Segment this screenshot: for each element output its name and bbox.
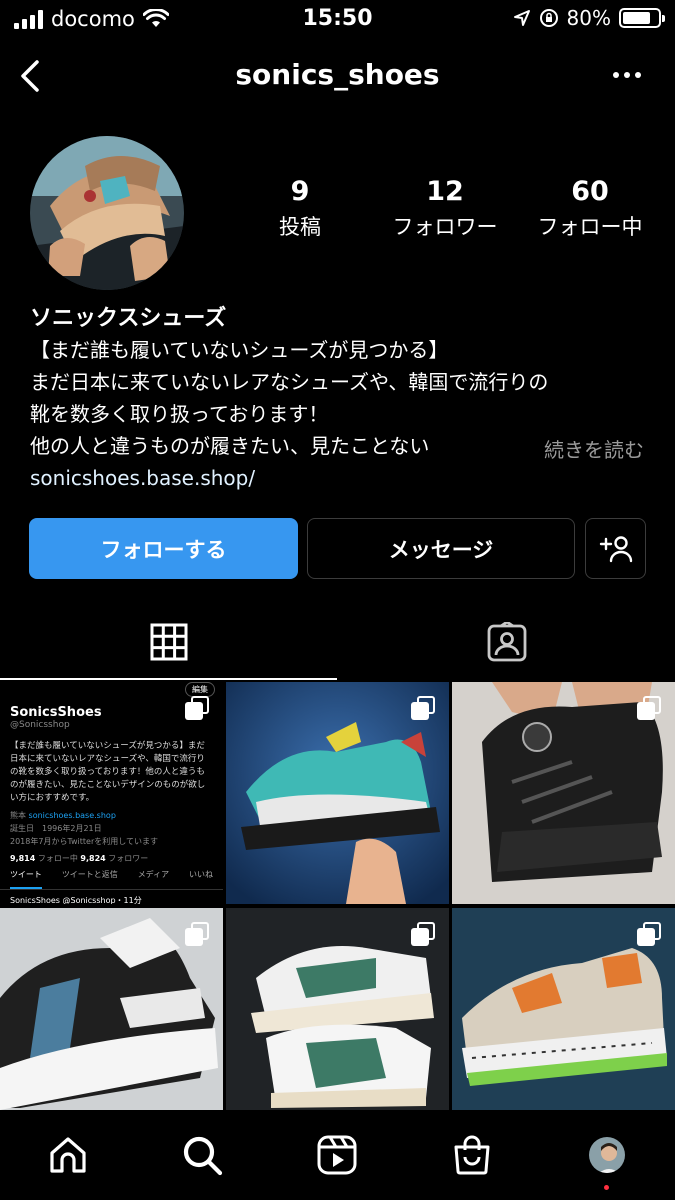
suggested-users-button[interactable] [585,518,646,579]
twitter-tab: ツイート [9,868,42,889]
twitter-followers-count: 9,824 [80,854,106,863]
posts-label: 投稿 [279,215,321,239]
twitter-joined: 2018年7月からTwitterを利用しています [10,837,159,846]
twitter-following-label: フォロー中 [37,854,78,863]
reels-icon [317,1135,357,1175]
posts-grid: 編集 SonicsShoes @Sonicsshop 【まだ誰も履いていないシュ… [0,682,675,1110]
profile-avatar[interactable] [30,136,184,290]
tab-tagged[interactable] [338,604,675,680]
twitter-meta: 熊本 sonicshoes.base.shop 誕生日 1996年2月21日 2… [10,809,213,848]
location-arrow-icon [513,10,530,26]
twitter-location: 熊本 [10,811,26,820]
multiple-images-icon [637,696,661,720]
twitter-name: SonicsShoes [10,705,102,720]
nav-reels[interactable] [312,1130,362,1180]
add-person-icon [599,535,632,562]
twitter-edit-label: 編集 [185,682,215,697]
multiple-images-icon [637,922,661,946]
battery-level [623,12,651,24]
twitter-bio: 【まだ誰も履いていないシューズが見つかる】まだ日本に来ていないレアなシューズや、… [10,741,206,803]
followers-count: 12 [426,176,464,207]
post-tile[interactable] [452,908,675,1110]
multiple-images-icon [185,922,209,946]
twitter-tabs: ツイート ツイートと返信 メディア いいね [0,868,223,890]
status-bar: docomo 15:50 80% [0,0,675,40]
more-options-icon[interactable] [613,72,641,78]
home-icon [50,1137,86,1173]
profile-tabs [0,604,675,680]
twitter-handle: @Sonicsshop [10,720,70,730]
followers-stat[interactable]: 12 フォロワー [380,176,510,241]
status-right: 80% [513,6,665,30]
post-tile[interactable] [452,682,675,904]
display-name: ソニックスシューズ [30,306,227,331]
website-link[interactable]: sonicshoes.base.shop/ [30,462,660,494]
twitter-tab: ツイートと返信 [61,870,118,879]
posts-stat[interactable]: 9 投稿 [240,176,360,241]
twitter-tab: いいね [189,870,214,879]
battery-icon [619,8,665,28]
multiple-images-icon [411,922,435,946]
profile-header: sonics_shoes [0,44,675,108]
twitter-followers-label: フォロワー [108,854,149,863]
nav-profile[interactable] [582,1130,632,1190]
following-count: 60 [571,176,609,207]
shop-icon [454,1135,490,1175]
profile-avatar [587,1135,627,1175]
followers-label: フォロワー [392,215,498,239]
username-title: sonics_shoes [235,58,440,91]
search-icon [183,1136,223,1176]
bio-line: まだ日本に来ていないレアなシューズや、韓国で流行りの [30,370,549,394]
post-tile[interactable]: 編集 SonicsShoes @Sonicsshop 【まだ誰も履いていないシュ… [0,682,223,904]
grid-icon [150,623,187,661]
tab-posts-grid[interactable] [0,604,337,680]
follow-button[interactable]: フォローする [29,518,298,579]
twitter-following-count: 9,814 [10,854,36,863]
post-tile[interactable] [226,908,449,1110]
post-tile[interactable] [226,682,449,904]
multiple-images-icon [411,696,435,720]
twitter-birthday: 誕生日 1996年2月21日 [10,824,102,833]
profile-stats: 9 投稿 12 フォロワー 60 フォロー中 [240,176,670,256]
notification-dot [604,1185,609,1190]
orientation-lock-icon [539,9,558,27]
battery-percent: 80% [566,6,611,30]
twitter-next-tweet: SonicsShoes @Sonicsshop・11分 [10,896,142,904]
twitter-link: sonicshoes.base.shop [28,811,116,820]
twitter-tab: メディア [137,870,170,879]
profile-bio: ソニックスシューズ 【まだ誰も履いていないシューズが見つかる】 まだ日本に来てい… [30,304,660,494]
active-tab-indicator [0,678,337,680]
read-more-link[interactable]: 続きを読む [544,434,644,463]
twitter-follow-counts: 9,814 フォロー中 9,824 フォロワー [10,852,213,865]
message-button[interactable]: メッセージ [307,518,575,579]
post-tile[interactable] [0,908,223,1110]
following-label: フォロー中 [537,215,643,239]
nav-search[interactable] [177,1130,227,1180]
bottom-navigation [0,1112,675,1200]
posts-count: 9 [290,176,310,207]
nav-home[interactable] [43,1130,93,1180]
following-stat[interactable]: 60 フォロー中 [525,176,655,241]
bio-line: 靴を数多く取り扱っております！ [30,402,329,426]
multiple-images-icon [185,696,209,720]
bio-line: 【まだ誰も履いていないシューズが見つかる】 [30,338,449,362]
tagged-person-icon [487,622,526,662]
nav-shop[interactable] [447,1130,497,1180]
